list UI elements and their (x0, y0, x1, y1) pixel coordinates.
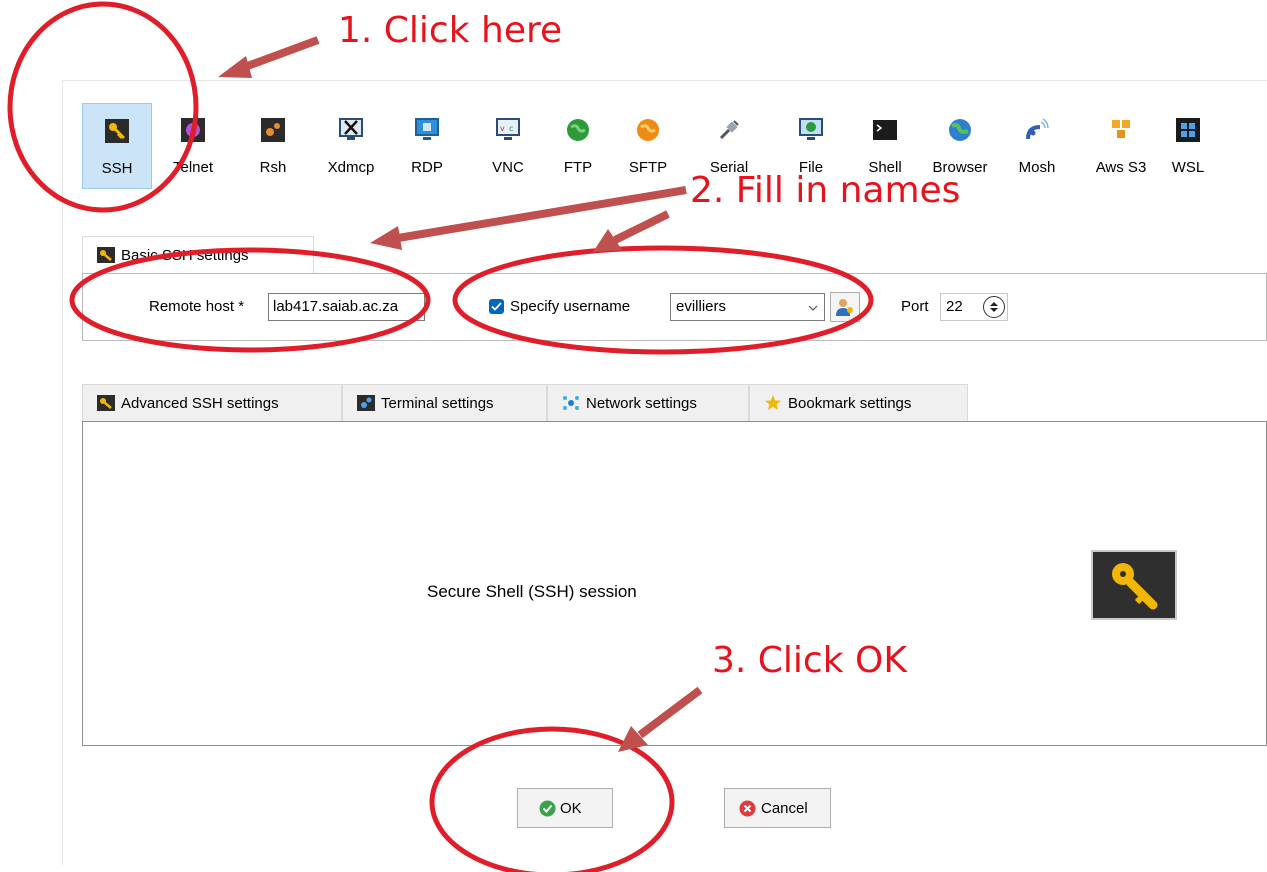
cancel-button[interactable]: Cancel (724, 788, 831, 828)
browser-globe-icon (949, 119, 971, 141)
session-type-rsh[interactable]: Rsh (238, 103, 308, 189)
checkmark-icon (491, 302, 502, 311)
window-top-border (62, 80, 1267, 81)
windows-icon (1176, 118, 1200, 142)
specify-username-checkbox[interactable] (489, 299, 504, 314)
session-type-rdp[interactable]: RDP (392, 103, 462, 189)
arrowhead-step2-host (370, 226, 402, 250)
session-type-label: Aws S3 (1095, 159, 1147, 176)
session-type-sftp[interactable]: SFTP (613, 103, 683, 189)
session-type-mosh[interactable]: Mosh (1002, 103, 1072, 189)
session-type-label: Xdmcp (327, 159, 375, 176)
specify-username-label[interactable]: Specify username (510, 298, 630, 315)
session-type-vnc[interactable]: vc VNC (473, 103, 543, 189)
port-input[interactable]: 22 (940, 293, 1008, 321)
user-key-icon (836, 299, 853, 316)
serial-plug-icon (719, 120, 739, 140)
rdp-icon (415, 118, 439, 140)
tab-label: Basic SSH settings (121, 247, 249, 264)
arrow-line-step2-user (613, 210, 670, 244)
chevron-down-icon (808, 305, 818, 311)
sftp-globe-icon (637, 119, 659, 141)
ok-button[interactable]: OK (517, 788, 613, 828)
session-type-label: VNC (492, 159, 524, 176)
cancel-circle-icon (739, 800, 756, 817)
shell-terminal-icon (873, 120, 897, 140)
tab-terminal-settings[interactable]: Terminal settings (342, 384, 547, 422)
check-circle-icon (539, 800, 556, 817)
session-description: Secure Shell (SSH) session (427, 582, 637, 601)
tab-network-settings[interactable]: Network settings (547, 384, 749, 422)
key-icon (97, 395, 115, 411)
tab-content-panel: Secure Shell (SSH) session (82, 421, 1267, 746)
arrowhead-step1 (218, 56, 252, 78)
tab-label: Network settings (586, 395, 697, 412)
arrow-line-step2-host (397, 186, 687, 242)
arrowhead-step2-user (593, 229, 622, 252)
port-value: 22 (946, 298, 963, 315)
username-value: evilliers (676, 298, 727, 315)
mosh-satellite-icon (1026, 118, 1049, 140)
session-type-wsl[interactable]: WSL (1153, 103, 1223, 189)
terminal-icon (357, 395, 375, 411)
remote-host-value: lab417.saiab.ac.za (273, 298, 399, 315)
basic-settings-panel: Remote host * lab417.saiab.ac.za Specify… (82, 273, 1267, 341)
tab-label: Advanced SSH settings (121, 395, 279, 412)
session-type-ssh[interactable]: SSH (82, 103, 152, 189)
spinner-arrows-icon (990, 302, 998, 312)
user-manager-button[interactable] (830, 292, 860, 322)
telnet-icon (181, 118, 205, 142)
session-type-label: SFTP (628, 159, 668, 176)
star-icon (765, 395, 781, 410)
tab-bookmark-settings[interactable]: Bookmark settings (749, 384, 968, 422)
session-type-label: RDP (411, 159, 443, 176)
port-spinner[interactable] (983, 296, 1005, 318)
ok-label: OK (560, 800, 582, 817)
ssh-key-large-icon (1091, 550, 1177, 620)
arrow-line-step1 (240, 36, 320, 72)
remote-host-input[interactable]: lab417.saiab.ac.za (268, 293, 425, 321)
window-left-border (62, 80, 63, 865)
svg-text:c: c (509, 124, 513, 133)
key-icon (97, 247, 115, 263)
svg-text:v: v (500, 124, 505, 133)
session-type-label: FTP (563, 159, 593, 176)
session-type-label: SSH (101, 160, 133, 177)
file-monitor-icon (799, 118, 823, 140)
ftp-globe-icon (567, 119, 589, 141)
remote-host-label: Remote host * (149, 298, 245, 315)
tab-basic-ssh-settings[interactable]: Basic SSH settings (82, 236, 314, 274)
rsh-icon (261, 118, 285, 142)
session-type-telnet[interactable]: Telnet (158, 103, 228, 189)
tab-advanced-ssh-settings[interactable]: Advanced SSH settings (82, 384, 342, 422)
annotation-step1: 1. Click here (338, 10, 563, 51)
annotation-step2: 2. Fill in names (690, 170, 961, 211)
session-type-label: Mosh (1018, 159, 1056, 176)
session-type-label: Rsh (259, 159, 287, 176)
aws-s3-cubes-icon (1112, 120, 1130, 138)
cancel-label: Cancel (761, 800, 808, 817)
vnc-icon: vc (496, 118, 520, 140)
network-icon (563, 396, 579, 410)
port-label: Port (901, 298, 929, 315)
key-icon (105, 119, 129, 143)
session-type-label: WSL (1171, 159, 1205, 176)
session-type-xdmcp[interactable]: Xdmcp (316, 103, 386, 189)
key-icon (1112, 563, 1158, 610)
xdmcp-icon (339, 118, 363, 140)
session-type-label: Telnet (172, 159, 214, 176)
session-type-ftp[interactable]: FTP (543, 103, 613, 189)
annotation-step3: 3. Click OK (712, 640, 907, 681)
tab-label: Terminal settings (381, 395, 494, 412)
session-type-aws-s3[interactable]: Aws S3 (1086, 103, 1156, 189)
tab-label: Bookmark settings (788, 395, 912, 412)
username-dropdown[interactable]: evilliers (670, 293, 825, 321)
